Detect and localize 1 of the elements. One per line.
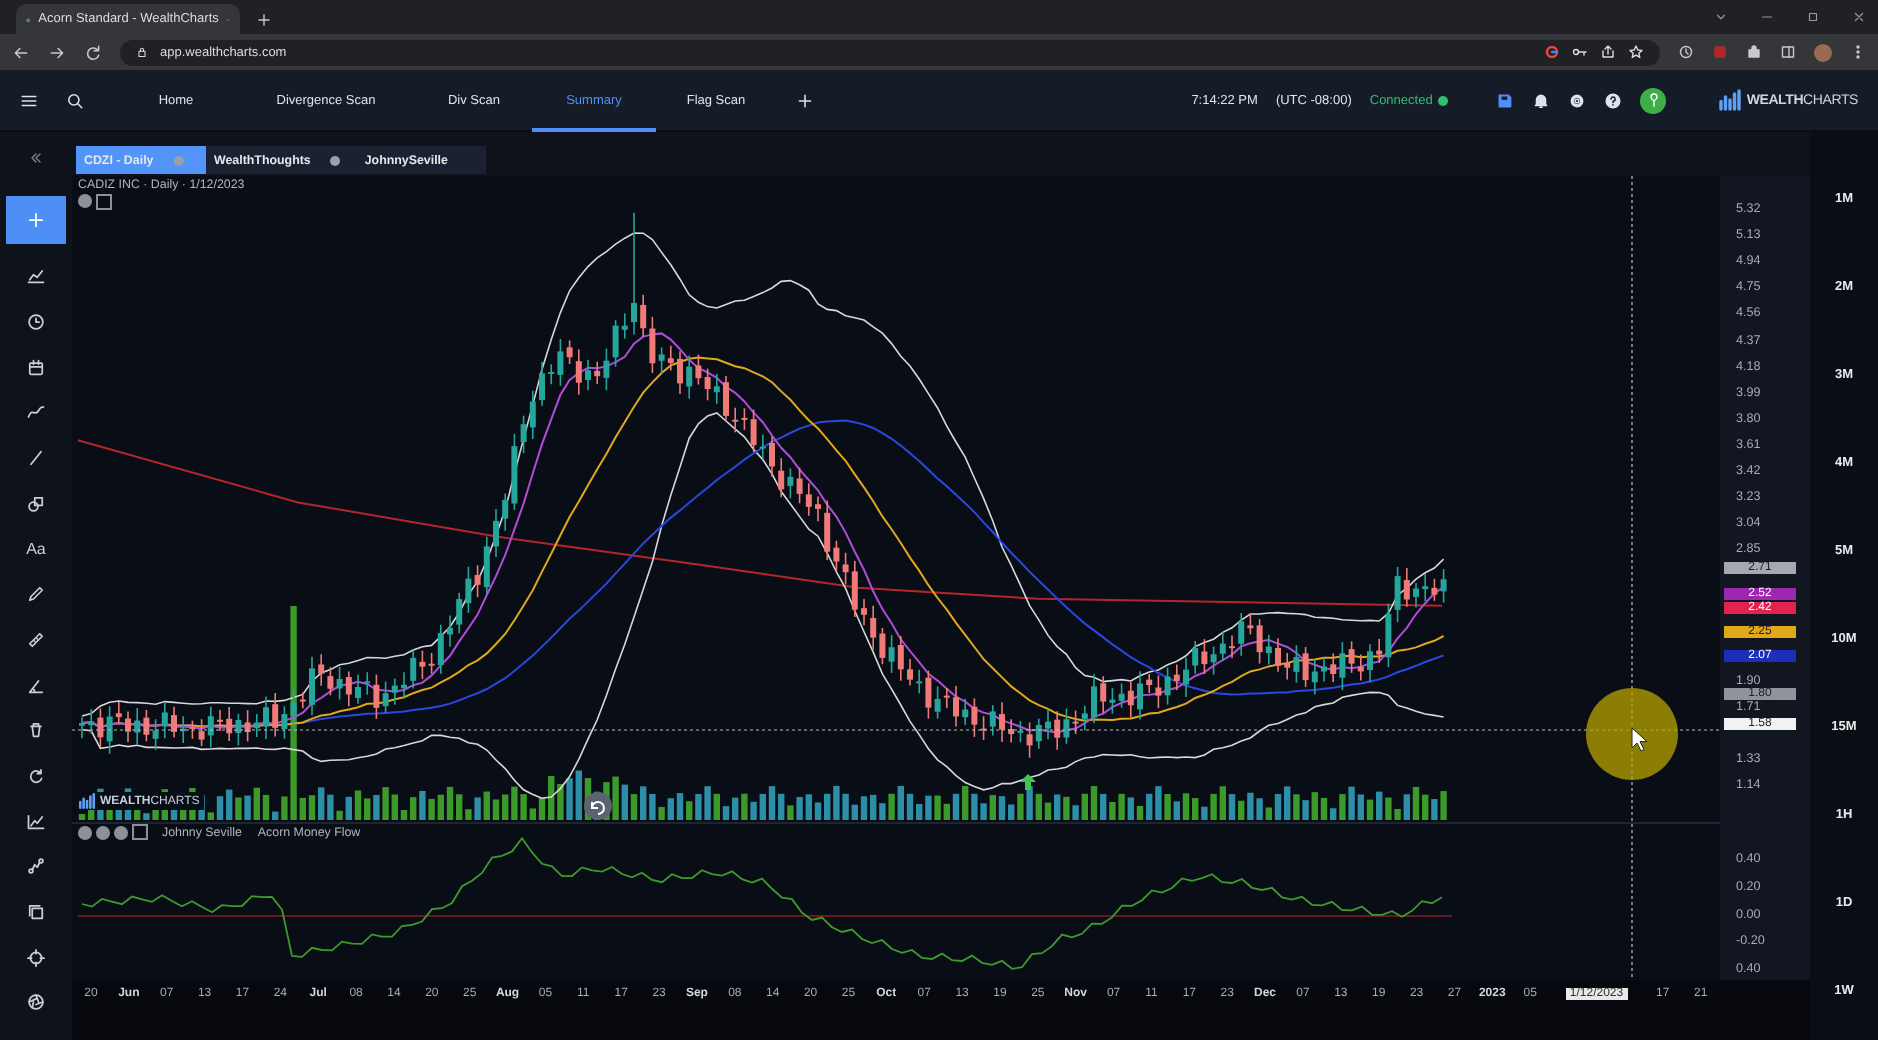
text-tool[interactable]: Aa	[26, 539, 46, 558]
